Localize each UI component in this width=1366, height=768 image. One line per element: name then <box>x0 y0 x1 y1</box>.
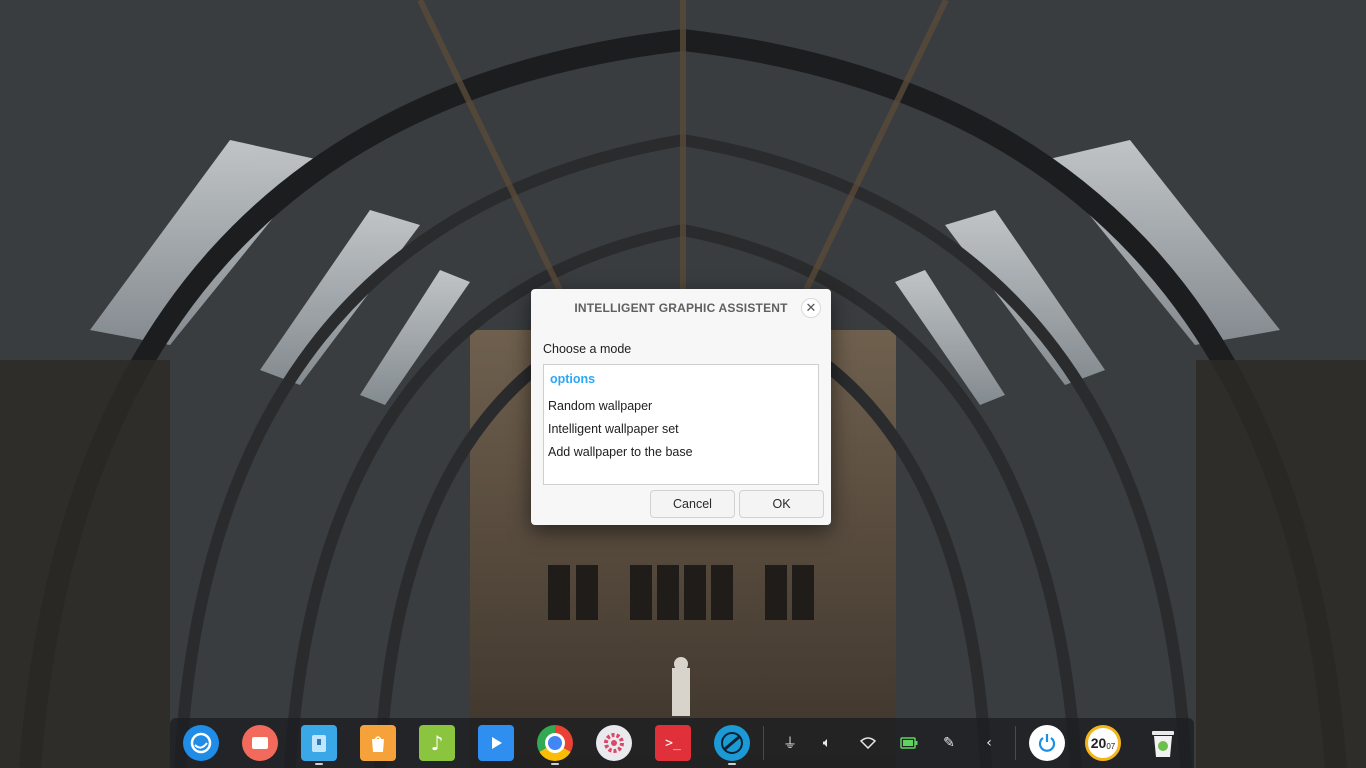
video-player-icon[interactable] <box>478 725 514 761</box>
options-header: options <box>550 372 596 386</box>
chrome-icon[interactable] <box>537 725 573 761</box>
clock-hour: 20 <box>1090 735 1107 751</box>
ok-button[interactable]: OK <box>739 490 824 518</box>
terminal-icon[interactable]: >_ <box>655 725 691 761</box>
running-indicator <box>551 763 559 765</box>
running-indicator <box>728 763 736 765</box>
option-intelligent-wallpaper-set[interactable]: Intelligent wallpaper set <box>548 419 814 439</box>
power-icon[interactable] <box>1029 725 1065 761</box>
intelligent-graphic-assistant-dialog: INTELLIGENT GRAPHIC ASSISTENT ✕ Choose a… <box>531 289 831 525</box>
dock: ♪ >_ ⏚ 🔈︎ ✎ ‹ 20 07 <box>170 718 1194 768</box>
trash-icon[interactable] <box>1145 725 1181 761</box>
usb-icon[interactable]: ⏚ <box>778 731 802 755</box>
dock-separator <box>1015 726 1016 760</box>
option-random-wallpaper[interactable]: Random wallpaper <box>548 396 814 416</box>
app-store-icon[interactable] <box>360 725 396 761</box>
mode-options-list: options Random wallpaper Intelligent wal… <box>543 364 819 485</box>
pen-icon[interactable]: ✎ <box>937 731 961 755</box>
file-manager-icon[interactable] <box>301 725 337 761</box>
close-icon[interactable]: ✕ <box>801 298 821 318</box>
battery-icon[interactable] <box>897 731 921 755</box>
dock-separator <box>763 726 764 760</box>
option-add-wallpaper-to-base[interactable]: Add wallpaper to the base <box>548 442 814 462</box>
cancel-button[interactable]: Cancel <box>650 490 735 518</box>
chevron-left-icon[interactable]: ‹ <box>977 731 1001 755</box>
wifi-icon[interactable] <box>856 731 880 755</box>
browser-icon[interactable] <box>714 725 750 761</box>
clock-widget[interactable]: 20 07 <box>1085 725 1121 761</box>
choose-mode-label: Choose a mode <box>543 342 632 356</box>
screen-recorder-icon[interactable] <box>242 725 278 761</box>
music-icon[interactable]: ♪ <box>419 725 455 761</box>
volume-icon[interactable]: 🔈︎ <box>815 731 839 755</box>
clock-minute: 07 <box>1106 741 1116 751</box>
launcher-icon[interactable] <box>183 725 219 761</box>
running-indicator <box>315 763 323 765</box>
dialog-title: INTELLIGENT GRAPHIC ASSISTENT <box>574 301 788 315</box>
settings-icon[interactable] <box>596 725 632 761</box>
